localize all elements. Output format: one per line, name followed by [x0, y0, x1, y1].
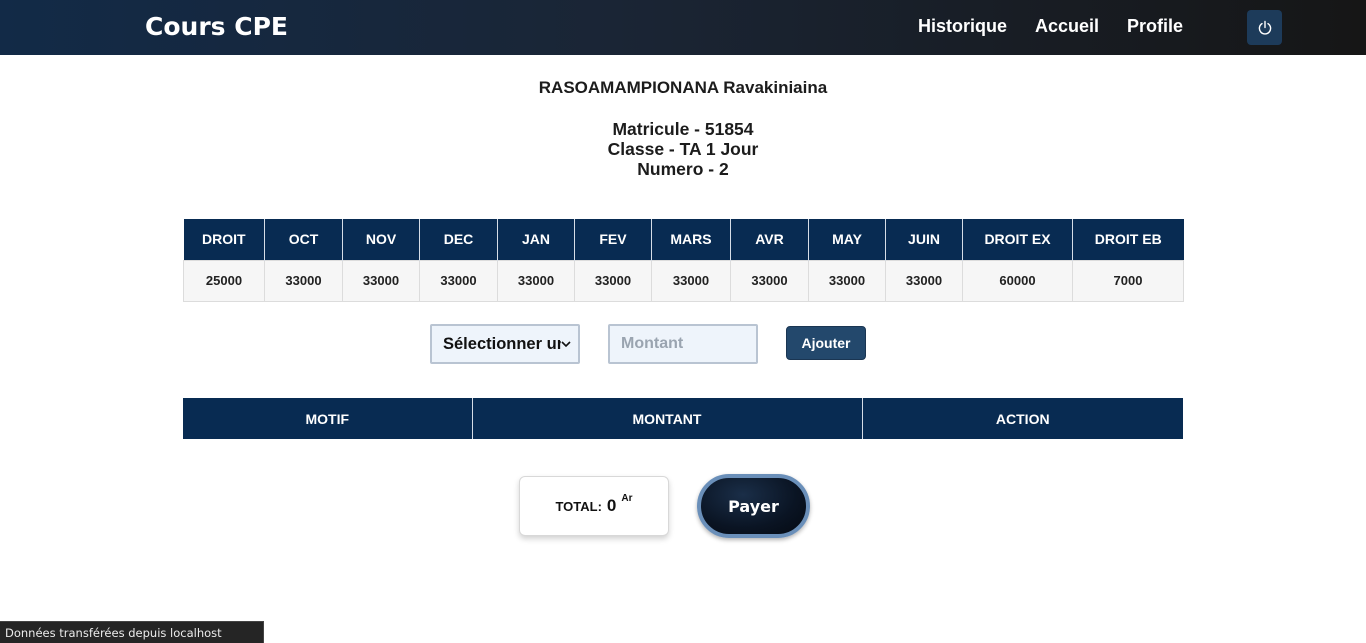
fees-header-cell: MARS	[651, 219, 731, 260]
student-info: Matricule - 51854 Classe - TA 1 Jour Num…	[0, 119, 1366, 179]
total-card: TOTAL: 0 Ar	[519, 476, 669, 536]
fees-table: DROIT OCT NOV DEC JAN FEV MARS AVR MAY J…	[183, 219, 1184, 302]
nav-link-accueil[interactable]: Accueil	[1035, 16, 1099, 37]
motif-select-value: Sélectionner un	[443, 334, 561, 353]
fees-value-cell: 33000	[574, 259, 652, 302]
fees-value-cell: 33000	[264, 259, 343, 302]
student-name: RASOAMAMPIONANA Ravakiniaina	[538, 78, 828, 97]
brand-title[interactable]: Cours CPE	[145, 12, 288, 41]
fees-header-cell: AVR	[730, 219, 809, 260]
fees-value-row: 25000 33000 33000 33000 33000 33000 3300…	[183, 259, 1184, 302]
payment-items-table: MOTIF MONTANT ACTION	[183, 398, 1183, 439]
amount-input[interactable]	[608, 324, 758, 364]
items-header-row: MOTIF MONTANT ACTION	[183, 398, 1183, 439]
student-numero: Numero - 2	[637, 159, 729, 179]
total-label: TOTAL:	[555, 498, 602, 514]
fees-value-cell: 60000	[962, 259, 1073, 302]
fees-header-cell: DROIT EX	[962, 219, 1073, 260]
fees-header-cell: DEC	[419, 219, 498, 260]
logout-button[interactable]	[1247, 10, 1282, 45]
payment-form: Sélectionner un Ajouter	[0, 324, 1366, 364]
fees-header-cell: DROIT EB	[1072, 219, 1184, 260]
fees-value-cell: 33000	[419, 259, 498, 302]
items-header-action: ACTION	[861, 398, 1183, 439]
student-matricule: Matricule - 51854	[612, 119, 754, 139]
fees-value-cell: 33000	[497, 259, 575, 302]
fees-header-cell: JAN	[497, 219, 575, 260]
fees-header-cell: DROIT	[183, 219, 265, 260]
fees-value-cell: 33000	[651, 259, 731, 302]
fees-header-cell: JUIN	[885, 219, 963, 260]
fees-header-cell: MAY	[808, 219, 886, 260]
student-classe: Classe - TA 1 Jour	[607, 139, 759, 159]
fees-value-cell: 33000	[342, 259, 420, 302]
add-button[interactable]: Ajouter	[786, 326, 866, 360]
navbar: Cours CPE Historique Accueil Profile	[0, 0, 1366, 55]
total-value: 0	[606, 496, 617, 515]
browser-status-bar: Données transférées depuis localhost	[0, 621, 264, 643]
motif-select[interactable]: Sélectionner un	[430, 324, 580, 364]
chevron-down-icon	[561, 341, 571, 348]
fees-value-cell: 7000	[1072, 259, 1184, 302]
fees-header-cell: NOV	[342, 219, 420, 260]
fees-value-cell: 25000	[183, 259, 265, 302]
items-header-motif: MOTIF	[183, 398, 472, 439]
total-unit: Ar	[621, 492, 633, 504]
fees-header-cell: FEV	[574, 219, 652, 260]
fees-value-cell: 33000	[885, 259, 963, 302]
pay-button[interactable]: Payer	[697, 474, 810, 538]
fees-value-cell: 33000	[808, 259, 886, 302]
nav-link-profile[interactable]: Profile	[1127, 16, 1183, 37]
fees-header-row: DROIT OCT NOV DEC JAN FEV MARS AVR MAY J…	[183, 219, 1184, 260]
nav-link-historique[interactable]: Historique	[918, 16, 1007, 37]
power-icon	[1258, 20, 1271, 35]
fees-header-cell: OCT	[264, 219, 343, 260]
nav-links: Historique Accueil Profile	[918, 16, 1183, 37]
fees-value-cell: 33000	[730, 259, 809, 302]
items-header-montant: MONTANT	[471, 398, 862, 439]
